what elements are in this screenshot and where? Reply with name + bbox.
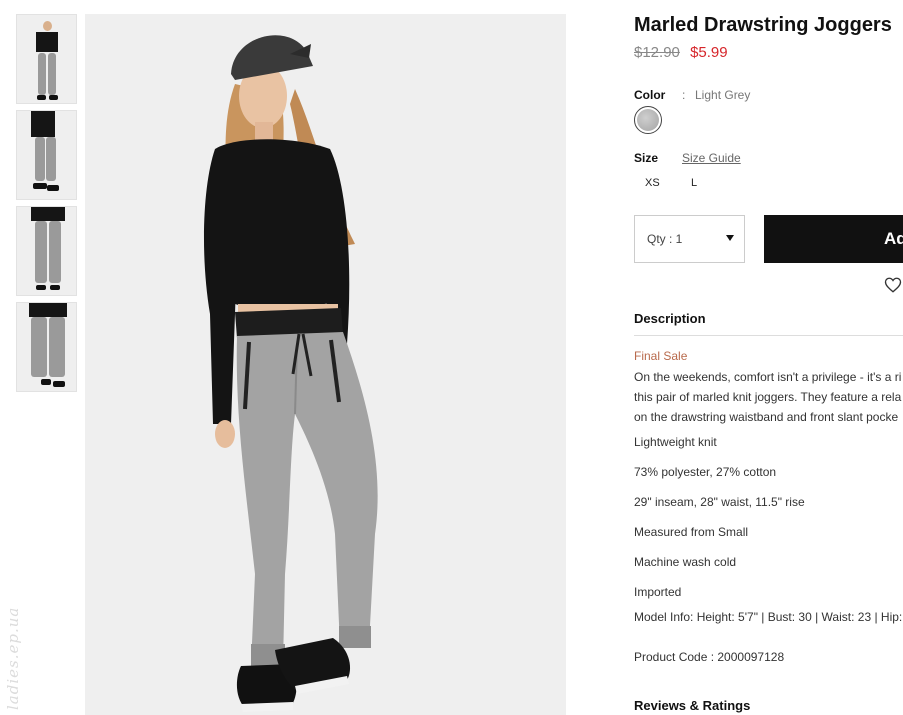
original-price: $12.90 — [634, 44, 680, 61]
size-option-xs[interactable]: XS — [645, 177, 660, 189]
product-title: Marled Drawstring Joggers — [634, 14, 892, 36]
caret-down-icon — [726, 235, 734, 241]
detail-item: 73% polyester, 27% cotton — [634, 465, 777, 479]
model-illustration — [85, 14, 566, 715]
detail-item: Measured from Small — [634, 525, 749, 539]
size-guide-link[interactable]: Size Guide — [682, 151, 741, 165]
size-option-l[interactable]: L — [691, 177, 697, 189]
product-main-image[interactable] — [85, 14, 566, 715]
detail-item: Imported — [634, 585, 682, 599]
product-info: Marled Drawstring Joggers $12.90 $5.99 C… — [634, 0, 903, 715]
detail-item: Machine wash cold — [634, 555, 737, 569]
quantity-select[interactable]: Qty : 1 — [634, 215, 745, 263]
model-info: Model Info: Height: 5'7" | Bust: 30 | Wa… — [634, 610, 903, 624]
price-row: $12.90 $5.99 — [634, 44, 728, 61]
detail-item: 29" inseam, 28" waist, 11.5" rise — [634, 495, 805, 509]
color-value: Light Grey — [695, 88, 751, 102]
color-label: Color — [634, 88, 666, 102]
description-line: On the weekends, comfort isn't a privile… — [634, 370, 902, 384]
add-to-bag-button[interactable]: Ad — [764, 215, 903, 263]
reviews-heading[interactable]: Reviews & Ratings — [634, 698, 750, 713]
thumbnail-back[interactable] — [16, 206, 77, 296]
sale-price: $5.99 — [690, 44, 728, 61]
description-heading: Description — [634, 311, 706, 326]
detail-item: Lightweight knit — [634, 435, 717, 449]
thumbnail-detail[interactable] — [16, 302, 77, 392]
watermark: ladies.ep.ua — [4, 606, 22, 710]
quantity-value: Qty : 1 — [647, 232, 683, 246]
thumbnail-front[interactable] — [16, 14, 77, 104]
description-divider — [634, 335, 903, 336]
size-label: Size — [634, 151, 659, 165]
heart-icon[interactable] — [884, 276, 902, 294]
final-sale-label: Final Sale — [634, 349, 688, 363]
thumbnail-side[interactable] — [16, 110, 77, 200]
color-swatch-light-grey[interactable] — [634, 106, 662, 134]
thumbnail-list — [16, 14, 77, 398]
description-line: on the drawstring waistband and front sl… — [634, 410, 899, 424]
product-code: Product Code : 2000097128 — [634, 650, 785, 664]
color-separator: : — [682, 88, 686, 102]
description-line: this pair of marled knit joggers. They f… — [634, 390, 902, 404]
